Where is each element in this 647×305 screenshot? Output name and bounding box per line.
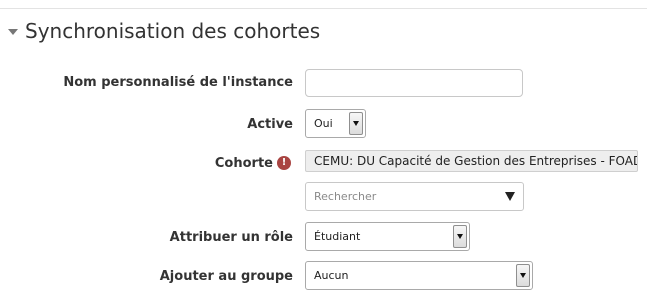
cohort-search-placeholder: Rechercher bbox=[314, 190, 377, 203]
chevron-down-icon[interactable] bbox=[453, 225, 467, 248]
caret-down-icon[interactable] bbox=[8, 29, 18, 35]
cohort-selected-tag[interactable]: CEMU: DU Capacité de Gestion des Entrepr… bbox=[305, 150, 638, 172]
group-select-value: Aucun bbox=[314, 269, 349, 282]
cohort-sync-form: Synchronisation des cohortes Nom personn… bbox=[0, 0, 647, 305]
cohort-search-select[interactable]: Rechercher bbox=[305, 182, 524, 211]
chevron-down-icon[interactable] bbox=[349, 112, 363, 135]
instance-name-input[interactable] bbox=[305, 69, 523, 97]
instance-name-label: Nom personnalisé de l'instance bbox=[63, 75, 293, 90]
active-select-value: Oui bbox=[314, 117, 333, 130]
role-label: Attribuer un rôle bbox=[169, 230, 293, 245]
cohort-label: Cohorte bbox=[214, 156, 273, 171]
role-select-value: Étudiant bbox=[314, 230, 361, 243]
dropdown-triangle-icon[interactable] bbox=[505, 192, 515, 201]
chevron-down-icon[interactable] bbox=[516, 264, 530, 287]
group-select[interactable]: Aucun bbox=[305, 261, 533, 290]
role-select[interactable]: Étudiant bbox=[305, 222, 470, 251]
top-divider bbox=[0, 8, 647, 9]
exclamation-circle-icon: ! bbox=[277, 156, 291, 170]
group-label: Ajouter au groupe bbox=[159, 269, 293, 284]
section-title: Synchronisation des cohortes bbox=[25, 19, 321, 43]
section-header[interactable]: Synchronisation des cohortes bbox=[8, 17, 320, 45]
active-label: Active bbox=[247, 117, 293, 132]
active-select[interactable]: Oui bbox=[305, 109, 366, 138]
